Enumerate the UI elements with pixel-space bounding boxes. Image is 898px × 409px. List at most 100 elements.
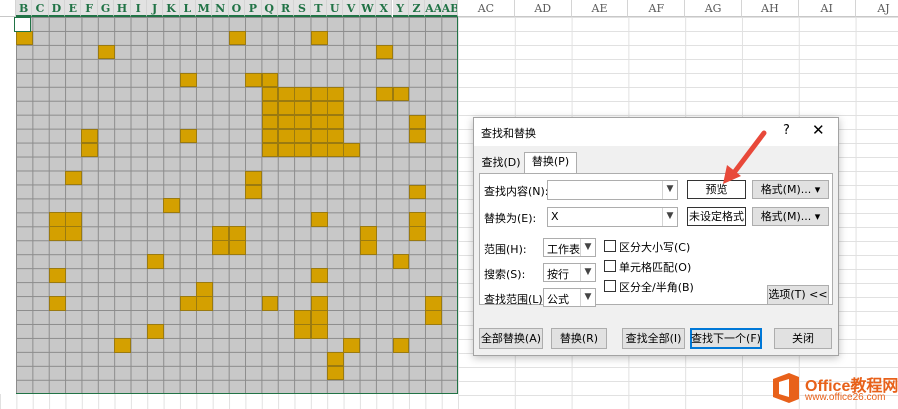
filled-cell[interactable] bbox=[310, 30, 328, 46]
tab-find[interactable]: 查找(D) bbox=[481, 154, 521, 172]
search-select[interactable]: 按行 ▼ bbox=[543, 263, 596, 282]
filled-cell[interactable] bbox=[294, 324, 312, 339]
filled-cell[interactable] bbox=[277, 114, 295, 130]
filled-cell[interactable] bbox=[408, 184, 426, 199]
filled-cell[interactable] bbox=[310, 100, 328, 116]
filled-cell[interactable] bbox=[97, 44, 115, 60]
column-header-O[interactable]: O bbox=[228, 0, 246, 17]
close-icon[interactable]: ✕ bbox=[812, 121, 825, 139]
select-all-corner[interactable] bbox=[0, 0, 16, 17]
replace-format-button[interactable]: 格式(M)... ▾ bbox=[752, 207, 829, 226]
active-cell[interactable] bbox=[14, 17, 31, 32]
dialog-titlebar[interactable]: 查找和替换 ? ✕ bbox=[474, 118, 838, 146]
column-header-U[interactable]: U bbox=[327, 0, 344, 17]
column-header-AA[interactable]: AA bbox=[425, 0, 442, 17]
filled-cell[interactable] bbox=[425, 310, 443, 325]
column-header-S[interactable]: S bbox=[294, 0, 311, 17]
filled-cell[interactable] bbox=[310, 142, 328, 158]
column-header-AC[interactable]: AC bbox=[458, 0, 515, 17]
filled-cell[interactable] bbox=[294, 128, 312, 144]
filled-cell[interactable] bbox=[65, 170, 82, 185]
column-header-Q[interactable]: Q bbox=[261, 0, 278, 17]
column-header-AD[interactable]: AD bbox=[514, 0, 572, 17]
filled-cell[interactable] bbox=[261, 128, 279, 144]
filled-cell[interactable] bbox=[294, 114, 312, 130]
scope-select[interactable]: 工作表 ▼ bbox=[543, 238, 596, 257]
empty-cells-below[interactable] bbox=[0, 394, 458, 409]
column-header-AB[interactable]: AB bbox=[441, 0, 458, 17]
filled-cell[interactable] bbox=[327, 142, 344, 158]
filled-cell[interactable] bbox=[294, 310, 312, 325]
filled-cell[interactable] bbox=[294, 100, 312, 116]
column-header-L[interactable]: L bbox=[179, 0, 197, 17]
filled-cell[interactable] bbox=[228, 30, 246, 46]
filled-cell[interactable] bbox=[294, 142, 312, 158]
filled-cell[interactable] bbox=[245, 184, 263, 199]
column-header-R[interactable]: R bbox=[277, 0, 295, 17]
column-header-C[interactable]: C bbox=[32, 0, 49, 17]
filled-cell[interactable] bbox=[179, 296, 197, 311]
column-header-V[interactable]: V bbox=[343, 0, 360, 17]
filled-cell[interactable] bbox=[245, 170, 263, 185]
chevron-down-icon[interactable]: ▼ bbox=[662, 181, 677, 199]
filled-cell[interactable] bbox=[310, 296, 328, 311]
filled-cell[interactable] bbox=[261, 296, 279, 311]
lookin-select[interactable]: 公式 ▼ bbox=[543, 288, 596, 307]
filled-cell[interactable] bbox=[277, 142, 295, 158]
filled-cell[interactable] bbox=[310, 128, 328, 144]
tab-replace[interactable]: 替换(P) bbox=[524, 152, 577, 173]
filled-cell[interactable] bbox=[163, 198, 181, 213]
find-all-button[interactable]: 查找全部(I) bbox=[622, 328, 685, 349]
chevron-down-icon[interactable]: ▼ bbox=[662, 208, 677, 226]
column-header-F[interactable]: F bbox=[81, 0, 98, 17]
column-header-AG[interactable]: AG bbox=[685, 0, 742, 17]
chevron-down-icon[interactable]: ▾ bbox=[815, 210, 821, 223]
match-entire-checkbox[interactable] bbox=[604, 260, 616, 272]
replace-input[interactable]: X ▼ bbox=[547, 207, 678, 227]
column-header-M[interactable]: M bbox=[196, 0, 213, 17]
filled-cell[interactable] bbox=[65, 226, 82, 241]
replace-all-button[interactable]: 全部替换(A) bbox=[479, 328, 543, 349]
filled-cell[interactable] bbox=[81, 128, 99, 144]
column-header-J[interactable]: J bbox=[146, 0, 164, 17]
find-next-button[interactable]: 查找下一个(F) bbox=[690, 328, 762, 349]
filled-cell[interactable] bbox=[228, 226, 246, 241]
filled-cell[interactable] bbox=[48, 296, 66, 311]
chevron-down-icon[interactable]: ▼ bbox=[580, 264, 595, 281]
filled-cell[interactable] bbox=[16, 30, 33, 46]
filled-cell[interactable] bbox=[196, 282, 213, 297]
filled-cell[interactable] bbox=[327, 114, 344, 130]
column-header-W[interactable]: W bbox=[359, 0, 377, 17]
filled-cell[interactable] bbox=[212, 240, 230, 255]
close-button[interactable]: 关闭 bbox=[774, 328, 832, 349]
filled-cell[interactable] bbox=[146, 324, 164, 339]
column-header-K[interactable]: K bbox=[163, 0, 180, 17]
filled-cell[interactable] bbox=[310, 114, 328, 130]
filled-cell[interactable] bbox=[310, 310, 328, 325]
filled-cell[interactable] bbox=[408, 114, 426, 130]
filled-cell[interactable] bbox=[179, 128, 197, 144]
filled-cell[interactable] bbox=[392, 254, 410, 269]
options-button[interactable]: 选项(T) << bbox=[767, 285, 829, 305]
cell-grid[interactable] bbox=[16, 17, 458, 394]
filled-cell[interactable] bbox=[261, 72, 279, 88]
filled-cell[interactable] bbox=[425, 296, 443, 311]
filled-cell[interactable] bbox=[343, 338, 361, 353]
replace-button[interactable]: 替换(R) bbox=[551, 328, 607, 349]
filled-cell[interactable] bbox=[376, 86, 393, 102]
filled-cell[interactable] bbox=[327, 128, 344, 144]
filled-cell[interactable] bbox=[294, 86, 312, 102]
filled-cell[interactable] bbox=[261, 114, 279, 130]
filled-cell[interactable] bbox=[310, 86, 328, 102]
filled-cell[interactable] bbox=[114, 338, 132, 353]
filled-cell[interactable] bbox=[310, 268, 328, 283]
column-header-AE[interactable]: AE bbox=[571, 0, 629, 17]
filled-cell[interactable] bbox=[327, 366, 344, 381]
column-header-AF[interactable]: AF bbox=[628, 0, 686, 17]
filled-cell[interactable] bbox=[408, 212, 426, 227]
filled-cell[interactable] bbox=[48, 268, 66, 283]
column-header-AH[interactable]: AH bbox=[742, 0, 799, 17]
column-header-B[interactable]: B bbox=[16, 0, 33, 17]
match-byte-checkbox[interactable] bbox=[604, 280, 616, 292]
column-header-Z[interactable]: Z bbox=[408, 0, 426, 17]
